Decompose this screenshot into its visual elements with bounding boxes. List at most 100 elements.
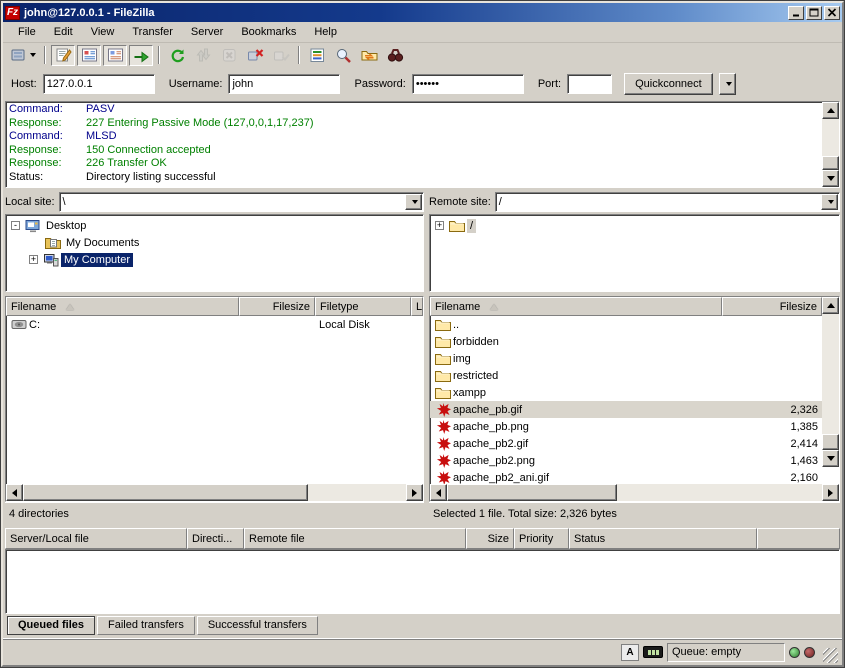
remote-directory-tree[interactable]: +/ [429,214,840,292]
tree-expander-icon[interactable]: - [11,221,20,230]
tree-item[interactable]: My Documents [7,234,422,251]
queue-list[interactable] [5,549,840,614]
tab-failed-transfers[interactable]: Failed transfers [97,616,195,635]
remote-file-list[interactable]: FilenameFilesize ..forbidden img restricte… [429,296,840,502]
combo-dropdown-icon[interactable] [405,194,422,210]
file-row[interactable]: restricted [430,367,822,384]
scroll-left-icon[interactable] [430,484,447,501]
file-row[interactable]: xampp [430,384,822,401]
file-row[interactable]: apache_pb.gif2,326 [430,401,822,418]
minimize-button[interactable] [788,6,804,20]
remote-site-combobox[interactable]: / [495,192,840,212]
file-row[interactable]: .. [430,316,822,333]
column-header-blank[interactable] [757,528,840,549]
message-log-scrollbar[interactable] [822,102,839,187]
tree-item[interactable]: +My Computer [7,251,422,268]
toggle-queue-icon[interactable] [129,45,153,66]
local-site-combobox[interactable]: \ [59,192,424,212]
column-header-filesize[interactable]: Filesize [722,297,822,316]
column-header-filesize[interactable]: Filesize [239,297,315,316]
tree-expander-icon[interactable]: + [435,221,444,230]
column-header-server-local-file[interactable]: Server/Local file [5,528,187,549]
title-bar[interactable]: Fz john@127.0.0.1 - FileZilla [3,3,842,22]
close-button[interactable] [824,6,840,20]
scroll-down-icon[interactable] [822,170,839,187]
file-name-cell: img [430,352,722,365]
toggle-message-log-icon[interactable] [51,45,75,66]
file-row[interactable]: apache_pb2.gif2,414 [430,435,822,452]
redfile-icon [434,420,452,434]
host-input[interactable] [43,74,155,94]
maximize-button[interactable] [806,6,822,20]
username-input[interactable] [228,74,340,94]
process-queue-icon[interactable] [191,45,215,66]
combo-dropdown-icon[interactable] [821,194,838,210]
local-site-label: Local site: [5,196,55,208]
synchronized-browsing-icon[interactable] [357,45,381,66]
menu-transfer[interactable]: Transfer [123,23,182,41]
remote-vscrollbar[interactable] [822,297,839,467]
file-row[interactable]: forbidden [430,333,822,350]
scroll-thumb[interactable] [23,484,308,501]
quickconnect-button[interactable]: Quickconnect [624,73,713,95]
file-row[interactable]: apache_pb2.png1,463 [430,452,822,469]
status-bar: A Queue: empty [3,638,842,665]
tree-item-label: My Documents [63,236,142,250]
remote-hscrollbar[interactable] [430,484,839,501]
tree-expander-icon[interactable]: + [29,255,38,264]
docfolder-icon [44,236,61,249]
scroll-up-icon[interactable] [822,297,839,314]
column-header-size[interactable]: Size [466,528,514,549]
local-directory-tree[interactable]: -Desktop My Documents+My Computer [5,214,424,292]
find-files-icon[interactable] [383,45,407,66]
tree-item[interactable]: +/ [431,217,838,234]
directory-comparison-icon[interactable] [331,45,355,66]
scroll-right-icon[interactable] [822,484,839,501]
reconnect-icon[interactable] [269,45,293,66]
browser-panes: Local site: \ -Desktop My Documents+My Co… [3,190,842,524]
column-header-directi-[interactable]: Directi... [187,528,244,549]
menu-edit[interactable]: Edit [45,23,82,41]
quickconnect-dropdown-icon[interactable] [719,73,736,95]
scroll-thumb[interactable] [822,434,839,450]
port-input[interactable] [567,74,612,94]
cancel-operation-icon[interactable] [217,45,241,66]
tab-successful-transfers[interactable]: Successful transfers [197,616,318,635]
local-file-list[interactable]: FilenameFilesizeFiletypeL C:Local Disk [5,296,424,502]
menu-help[interactable]: Help [305,23,346,41]
disconnect-icon[interactable] [243,45,267,66]
column-header-remote-file[interactable]: Remote file [244,528,466,549]
scroll-left-icon[interactable] [6,484,23,501]
password-input[interactable] [412,74,524,94]
column-header-filename[interactable]: Filename [6,297,239,316]
column-header-priority[interactable]: Priority [514,528,569,549]
scroll-down-icon[interactable] [822,450,839,467]
toggle-local-tree-icon[interactable] [77,45,101,66]
scroll-thumb[interactable] [447,484,617,501]
file-row[interactable]: apache_pb.png1,385 [430,418,822,435]
column-header-status[interactable]: Status [569,528,757,549]
scroll-up-icon[interactable] [822,102,839,119]
menu-file[interactable]: File [9,23,45,41]
tree-item[interactable]: -Desktop [7,217,422,234]
column-header-l[interactable]: L [411,297,423,316]
column-header-filetype[interactable]: Filetype [315,297,411,316]
file-row[interactable]: apache_pb2_ani.gif2,160 [430,469,822,484]
folder-icon [448,219,465,232]
scroll-thumb[interactable] [822,156,839,170]
scroll-right-icon[interactable] [406,484,423,501]
site-manager-icon[interactable] [7,45,39,66]
tab-queued-files[interactable]: Queued files [7,616,95,635]
menu-server[interactable]: Server [182,23,232,41]
filter-icon[interactable] [305,45,329,66]
local-hscrollbar[interactable] [6,484,423,501]
refresh-icon[interactable] [165,45,189,66]
toggle-remote-tree-icon[interactable] [103,45,127,66]
menu-bookmarks[interactable]: Bookmarks [232,23,305,41]
menu-view[interactable]: View [82,23,124,41]
datatype-indicator-icon: A [621,644,639,661]
column-header-filename[interactable]: Filename [430,297,722,316]
file-row[interactable]: C:Local Disk [6,316,423,333]
file-row[interactable]: img [430,350,822,367]
resize-grip[interactable] [823,648,838,663]
